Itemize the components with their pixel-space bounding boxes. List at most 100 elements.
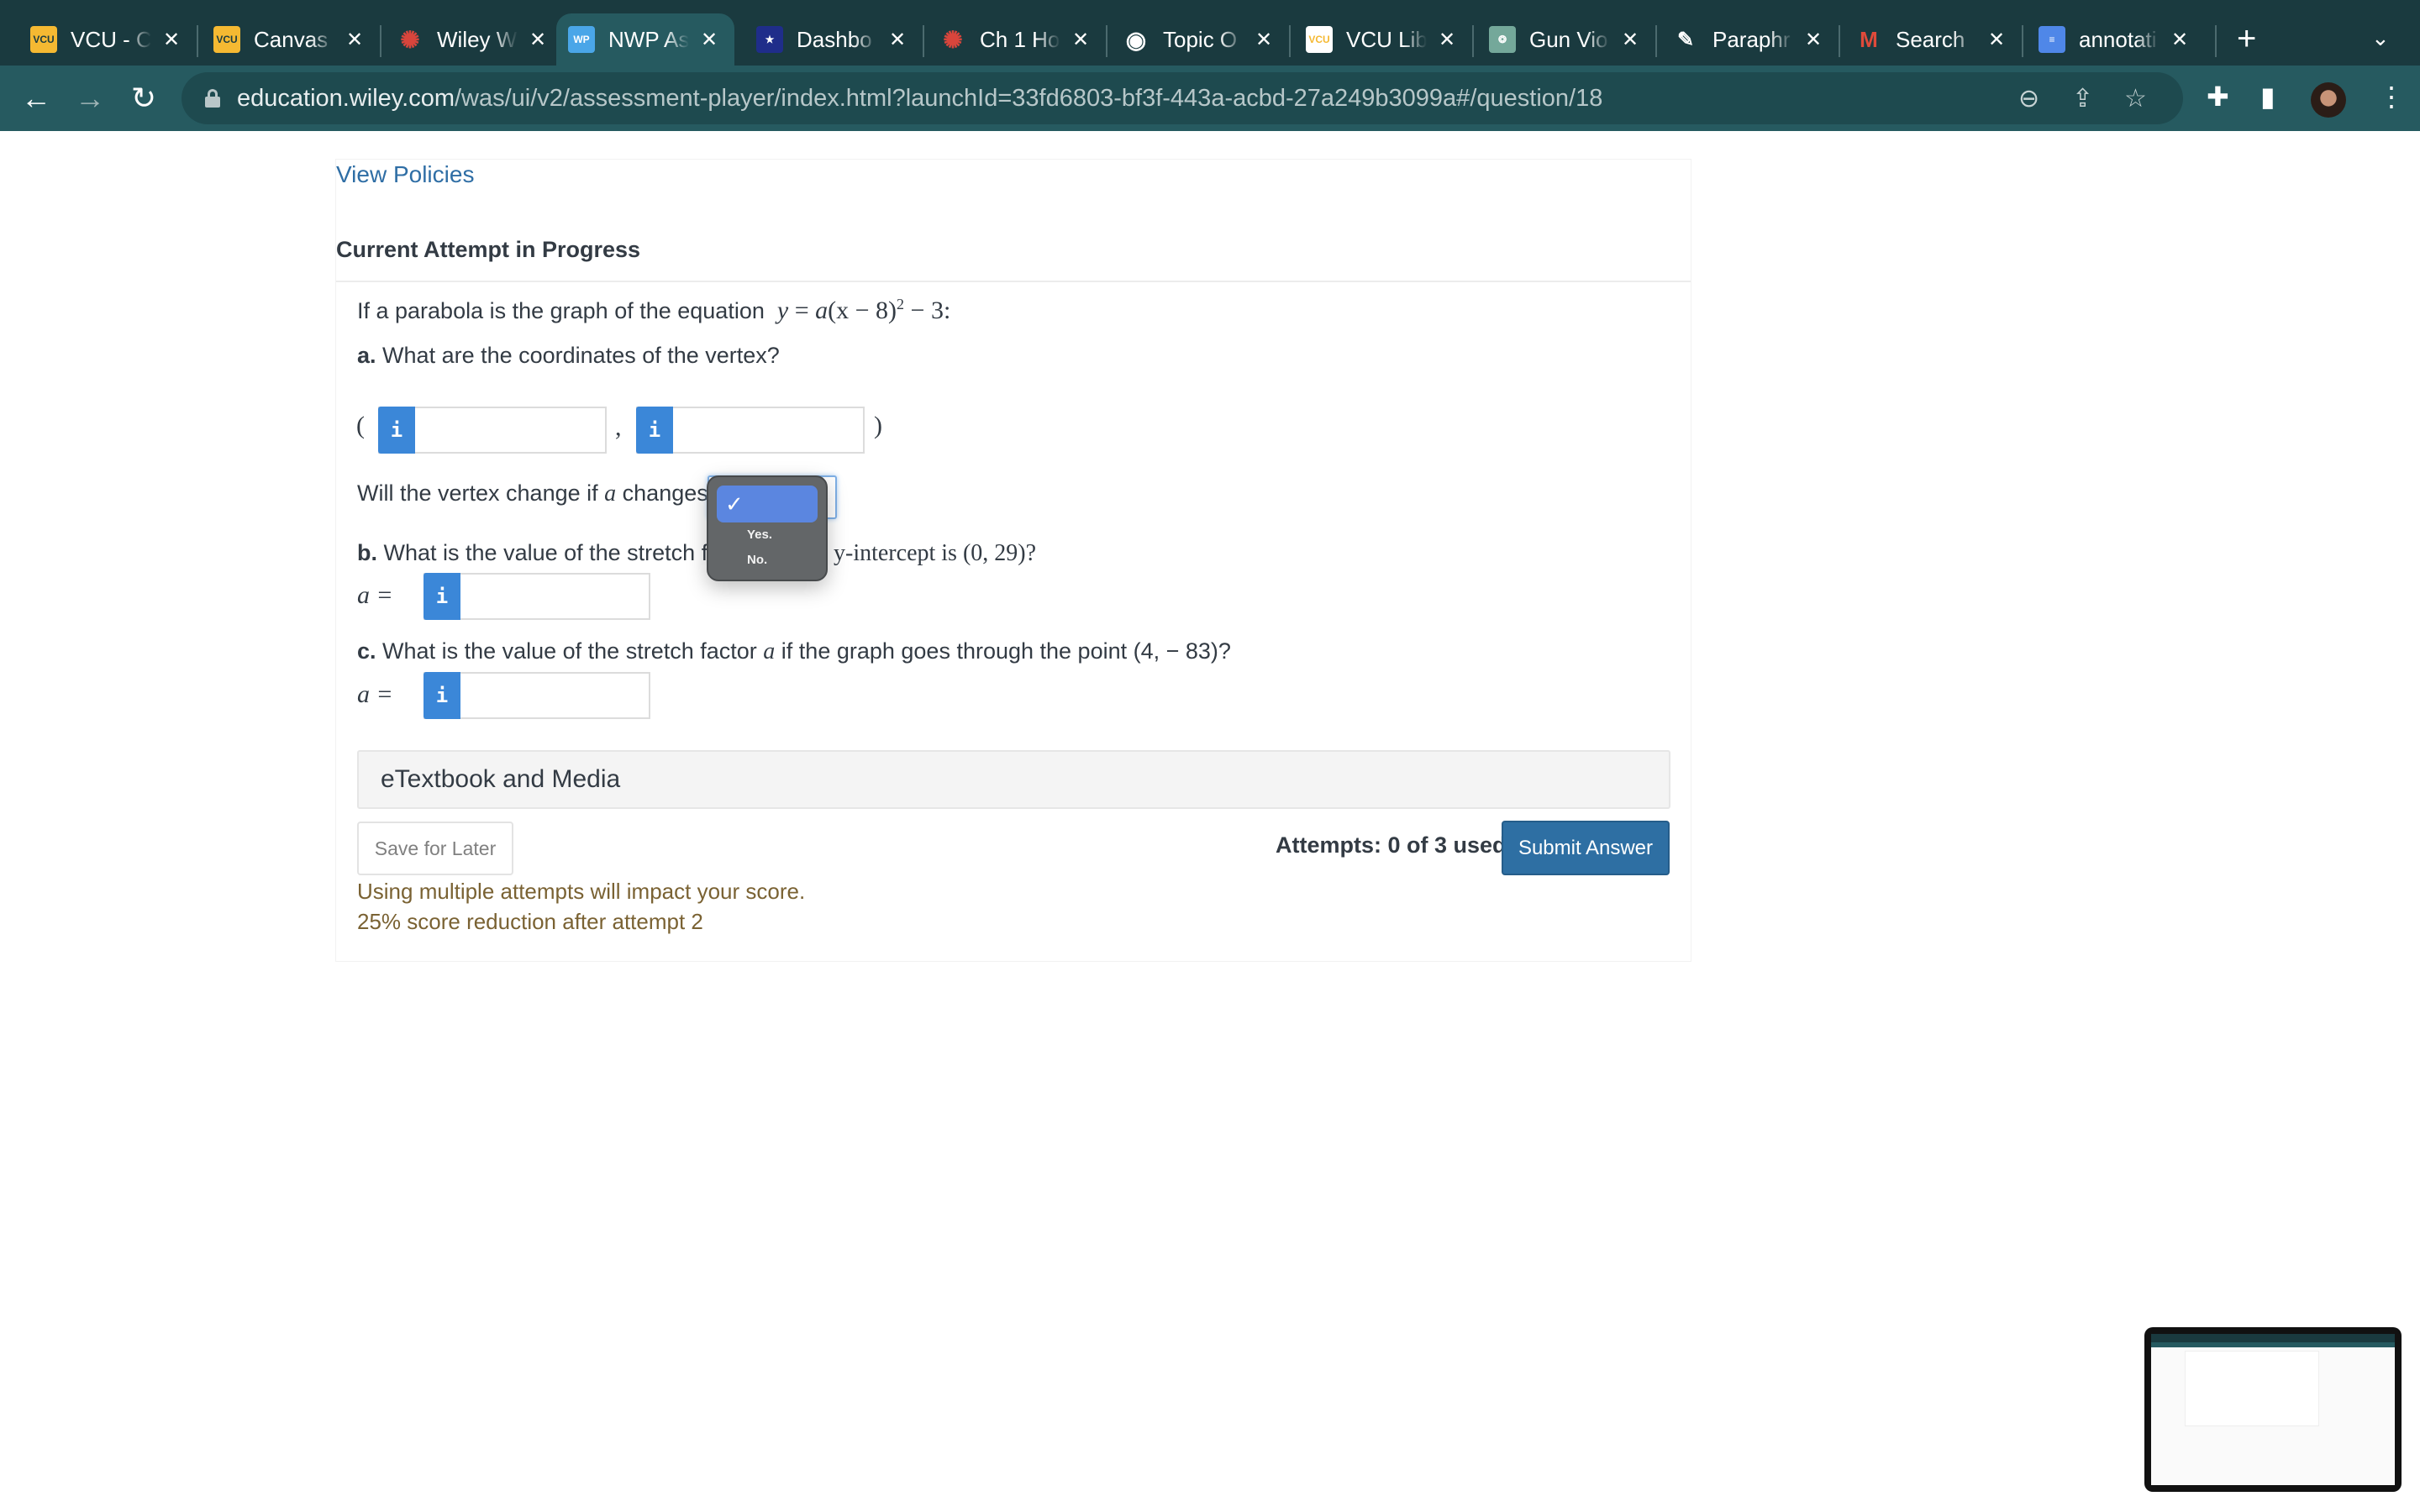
- info-icon[interactable]: i: [424, 573, 460, 620]
- browser-tab[interactable]: WP NWP As ✕: [556, 13, 734, 66]
- close-tab-icon[interactable]: ✕: [1986, 28, 2007, 52]
- info-icon[interactable]: i: [636, 407, 673, 454]
- close-tab-icon[interactable]: ✕: [1254, 28, 1274, 52]
- tab-title: VCU - C: [71, 26, 151, 52]
- tab-strip: VCU VCU - C ✕ VCU Canvas ✕ ✺ Wiley W ✕ WP NWP As ✕ ★…: [0, 0, 2420, 66]
- bookmark-star-icon[interactable]: ☆: [2124, 84, 2147, 113]
- reload-icon[interactable]: ↻: [123, 77, 165, 119]
- browser-tab[interactable]: ✎ Paraphr ✕: [1672, 13, 1823, 66]
- docs-logo-icon: ≡: [2039, 26, 2065, 53]
- side-panel-icon[interactable]: ▮: [2260, 81, 2275, 113]
- tab-title: Canvas: [254, 26, 329, 52]
- vertex-y-answer: i: [636, 407, 865, 454]
- checkmark-icon: ✓: [725, 491, 744, 517]
- gmail-logo-icon: M: [1860, 26, 1878, 52]
- dropdown-option-blank-selected[interactable]: ✓: [717, 486, 818, 522]
- part-b-var-label: a =: [357, 581, 393, 609]
- close-tab-icon[interactable]: ✕: [161, 28, 182, 52]
- close-tab-icon[interactable]: ✕: [345, 28, 365, 52]
- view-policies-link[interactable]: View Policies: [336, 161, 474, 188]
- vertex-change-question: Will the vertex change if a changes?: [357, 480, 721, 507]
- part-c-input[interactable]: [460, 674, 649, 717]
- tab-separator: [1472, 25, 1474, 57]
- extensions-puzzle-icon[interactable]: ✚: [2207, 81, 2229, 113]
- browser-tab[interactable]: ★ Dashbo ✕: [756, 13, 908, 66]
- close-tab-icon[interactable]: ✕: [1071, 28, 1091, 52]
- submit-answer-button[interactable]: Submit Answer: [1502, 821, 1670, 875]
- browser-toolbar: ← → ↻ education.wiley.com/was/ui/v2/asse…: [0, 66, 2420, 131]
- wp-logo-icon: WP: [568, 26, 595, 53]
- browser-tab[interactable]: ❂ Gun Vio ✕: [1489, 13, 1640, 66]
- tab-separator: [197, 25, 198, 57]
- vertex-x-input[interactable]: [415, 408, 603, 452]
- divider: [336, 281, 1691, 282]
- canvas-logo-icon: ✺: [943, 26, 963, 53]
- globe-icon-icon: ◉: [1125, 26, 1147, 53]
- forward-arrow-icon[interactable]: →: [69, 77, 111, 119]
- tab-separator: [2022, 25, 2023, 57]
- part-a-question: a. What are the coordinates of the verte…: [357, 343, 780, 368]
- address-bar[interactable]: education.wiley.com/was/ui/v2/assessment…: [182, 72, 2183, 124]
- vertex-y-input[interactable]: [673, 408, 861, 452]
- vcu-logo-icon: VCU: [213, 26, 240, 53]
- close-tab-icon[interactable]: ✕: [2170, 28, 2190, 52]
- dropdown-option-yes[interactable]: Yes.: [747, 528, 772, 542]
- vcu-logo-icon: VCU: [1306, 26, 1333, 53]
- tab-title: annotati: [2079, 26, 2157, 52]
- profile-avatar[interactable]: [2311, 82, 2346, 118]
- close-tab-icon[interactable]: ✕: [1620, 28, 1640, 52]
- equation: y = a(x − 8)2 − 3:: [776, 296, 951, 324]
- lock-icon[interactable]: [205, 89, 220, 108]
- screenshot-thumbnail[interactable]: [2144, 1327, 2402, 1492]
- browser-tab[interactable]: VCU Canvas ✕: [213, 13, 365, 66]
- browser-tab[interactable]: M Search ✕: [1855, 13, 2007, 66]
- tab-separator: [2215, 25, 2217, 57]
- score-reduction-note: 25% score reduction after attempt 2: [357, 909, 703, 934]
- tab-title: Paraphr: [1712, 26, 1791, 52]
- save-for-later-button[interactable]: Save for Later: [357, 822, 513, 875]
- comma: ,: [615, 413, 622, 441]
- browser-tab[interactable]: ◉ Topic O ✕: [1123, 13, 1274, 66]
- tab-title: Wiley W: [437, 26, 518, 52]
- tab-search-chevron-icon[interactable]: ⌄: [2371, 25, 2390, 51]
- tab-title: NWP As: [608, 26, 689, 52]
- browser-tab[interactable]: VCU VCU - C ✕: [30, 13, 182, 66]
- part-b-input[interactable]: [460, 575, 649, 618]
- tab-separator: [1839, 25, 1840, 57]
- share-icon[interactable]: ⇪: [2072, 84, 2093, 113]
- question-intro: If a parabola is the graph of the equati…: [357, 296, 950, 325]
- close-paren: ): [874, 412, 882, 439]
- close-tab-icon[interactable]: ✕: [887, 28, 908, 52]
- part-c-var-label: a =: [357, 680, 393, 708]
- tab-separator: [1655, 25, 1657, 57]
- browser-tab[interactable]: ✺ Ch 1 Ho ✕: [939, 13, 1091, 66]
- dropdown-option-no[interactable]: No.: [747, 553, 767, 567]
- part-c-answer: i: [424, 672, 650, 719]
- browser-tab[interactable]: ✺ Wiley W ✕: [397, 13, 548, 66]
- vcu-logo-icon: VCU: [30, 26, 57, 53]
- info-icon[interactable]: i: [378, 407, 415, 454]
- close-tab-icon[interactable]: ✕: [699, 28, 719, 52]
- star-shield-icon-icon: ★: [756, 26, 783, 53]
- canvas-logo-icon: ✺: [400, 26, 420, 53]
- etextbook-media-section[interactable]: eTextbook and Media: [357, 750, 1670, 809]
- more-menu-icon[interactable]: ⋮: [2378, 81, 2405, 113]
- vertex-change-dropdown-menu: ✓ Yes. No.: [707, 475, 828, 581]
- attempts-counter: Attempts: 0 of 3 used: [1276, 832, 1507, 858]
- info-icon[interactable]: i: [424, 672, 460, 719]
- part-b-question-tail: y-intercept is (0, 29)?: [834, 540, 1037, 566]
- back-arrow-icon[interactable]: ←: [15, 77, 57, 119]
- close-tab-icon[interactable]: ✕: [1437, 28, 1457, 52]
- browser-tab[interactable]: VCU VCU Lib ✕: [1306, 13, 1457, 66]
- zoom-out-icon[interactable]: ⊖: [2018, 84, 2039, 113]
- close-tab-icon[interactable]: ✕: [1803, 28, 1823, 52]
- browser-tab[interactable]: ≡ annotati ✕: [2039, 13, 2190, 66]
- close-tab-icon[interactable]: ✕: [528, 28, 548, 52]
- tab-title: Ch 1 Ho: [980, 26, 1060, 52]
- tab-separator: [1289, 25, 1291, 57]
- new-tab-button[interactable]: +: [2237, 22, 2256, 55]
- part-b-answer: i: [424, 573, 650, 620]
- url-domain: education.wiley.com: [237, 84, 455, 112]
- vertex-x-answer: i: [378, 407, 607, 454]
- part-b-question: b. What is the value of the stretch fa: [357, 540, 721, 565]
